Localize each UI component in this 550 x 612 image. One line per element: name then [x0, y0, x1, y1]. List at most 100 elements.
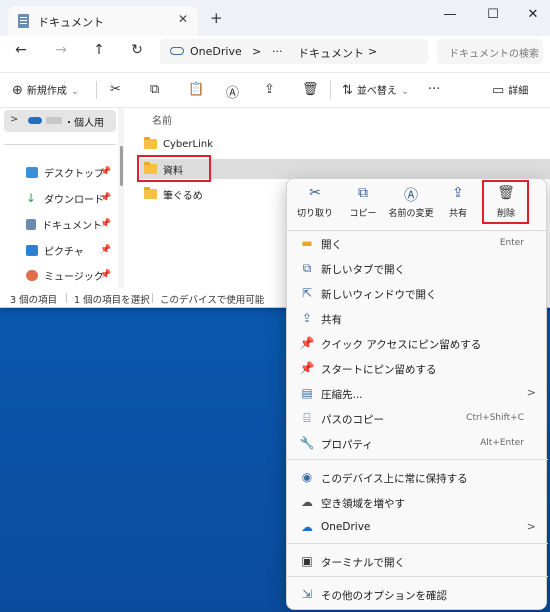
rename-icon[interactable]: Ⓐ	[226, 82, 239, 101]
menu-item-label: 新しいウィンドウで開く	[321, 289, 437, 301]
maximize-button[interactable]: ☐	[483, 7, 503, 22]
sidebar-item-label: ミュージック	[44, 271, 104, 283]
chevron-down-icon: ⌄	[400, 86, 410, 97]
menu-item-share[interactable]: ⇪ 共有	[287, 306, 548, 331]
rename-action[interactable]: Ⓐ 名前の変更	[383, 185, 439, 219]
sidebar-item-music[interactable]: ミュージック	[26, 265, 104, 285]
cut-action[interactable]: ✂ 切り取り	[289, 185, 341, 219]
sort-button[interactable]: ⇅ 並べ替え ⌄	[342, 82, 409, 98]
sidebar-item-documents[interactable]: ドキュメント	[26, 214, 102, 234]
sidebar-item-label: デスクトップ	[44, 168, 104, 180]
pin-icon: 📌	[299, 361, 315, 375]
menu-item-open-new-window[interactable]: ⇱ 新しいウィンドウで開く	[287, 281, 548, 306]
up-button[interactable]: ↑	[90, 42, 108, 58]
address-bar[interactable]: OneDrive > ··· ドキュメント >	[160, 39, 428, 64]
share-icon: ⇪	[301, 311, 313, 325]
file-name: CyberLink	[163, 138, 213, 150]
menu-item-label: 空き領域を増やす	[321, 498, 405, 510]
tab-documents[interactable]: ドキュメント ✕	[8, 6, 198, 36]
menu-item-label: 共有	[321, 314, 342, 326]
menu-item-open-new-tab[interactable]: ⧉ 新しいタブで開く	[287, 256, 548, 281]
breadcrumb-documents[interactable]: ドキュメント	[298, 45, 364, 61]
file-row[interactable]: CyberLink	[140, 134, 550, 154]
selection-count: 1 個の項目を選択	[74, 295, 150, 306]
copy-icon[interactable]: ⧉	[150, 82, 159, 97]
menu-item-pin-start[interactable]: 📌 スタートにピン留めする	[287, 356, 548, 381]
minimize-button[interactable]: —	[440, 7, 460, 22]
archive-icon: ▤	[301, 386, 313, 400]
menu-item-open[interactable]: ▬ 開く Enter	[287, 231, 548, 256]
cloud-icon	[170, 47, 184, 55]
menu-item-shortcut: Ctrl+Shift+C	[466, 413, 524, 423]
search-box[interactable]: ドキュメントの検索	[437, 39, 543, 64]
chevron-down-icon: ⌄	[70, 86, 80, 97]
document-icon	[18, 14, 29, 28]
delete-action[interactable]: 🗑 削除	[480, 185, 532, 219]
column-header-name[interactable]: 名前	[152, 112, 172, 127]
chevron-right-icon: >	[526, 520, 536, 533]
navigation-bar: ← → ↑ ↻ OneDrive > ··· ドキュメント > ドキュメントの検…	[0, 36, 550, 66]
menu-item-compress[interactable]: ▤ 圧縮先... >	[287, 381, 548, 406]
menu-item-label: その他のオプションを確認	[321, 590, 447, 602]
more-options-button[interactable]: ···	[428, 82, 440, 97]
onedrive-icon: ☁	[301, 520, 313, 534]
breadcrumb-onedrive[interactable]: OneDrive	[190, 45, 242, 58]
terminal-icon: ▣	[301, 554, 313, 568]
file-row-selected[interactable]: 資料	[140, 159, 550, 179]
menu-item-open-terminal[interactable]: ▣ ターミナルで開く	[287, 549, 548, 574]
new-tab-button[interactable]: +	[210, 9, 223, 27]
sidebar-item-label: ピクチャ	[44, 246, 84, 258]
share-action[interactable]: ⇪ 共有	[432, 185, 484, 219]
new-label: 新規作成	[26, 86, 67, 97]
tab-close-icon[interactable]: ✕	[178, 12, 188, 26]
folder-icon	[144, 162, 157, 174]
copy-path-icon: ⌸	[303, 411, 311, 425]
new-button[interactable]: ⊕ 新規作成 ⌄	[12, 82, 79, 98]
menu-item-onedrive[interactable]: ☁ OneDrive >	[287, 515, 548, 540]
menu-item-keep-on-device[interactable]: ◉ このデバイス上に常に保持する	[287, 465, 548, 490]
breadcrumb-ellipsis[interactable]: ···	[272, 45, 283, 58]
menu-item-label: ターミナルで開く	[321, 557, 405, 569]
paste-icon[interactable]: 📋	[188, 82, 204, 97]
pictures-icon	[26, 244, 38, 256]
music-icon	[26, 269, 38, 281]
sort-icon: ⇅	[342, 83, 353, 98]
menu-item-properties[interactable]: 🔧 プロパティ Alt+Enter	[287, 431, 548, 456]
sidebar-item-onedrive[interactable]: > ・個人用	[4, 110, 116, 132]
menu-item-free-up-space[interactable]: ☁ 空き領域を増やす	[287, 490, 548, 515]
navigation-pane: > ・個人用 デスクトップ 📌 ↓ ダウンロード 📌 ドキュメント 📌 ピクチャ…	[0, 108, 120, 288]
share-icon[interactable]: ⇪	[264, 82, 275, 97]
sidebar-divider	[4, 144, 116, 145]
file-name: 筆ぐるめ	[163, 190, 203, 202]
menu-item-label: プロパティ	[321, 439, 373, 451]
forward-button[interactable]: →	[52, 42, 70, 58]
sidebar-scrollbar[interactable]	[118, 108, 124, 288]
details-button[interactable]: ▭ 詳細	[492, 82, 528, 98]
back-button[interactable]: ←	[12, 42, 30, 58]
menu-item-shortcut: Enter	[499, 238, 524, 248]
sidebar-item-downloads[interactable]: ↓ ダウンロード	[26, 188, 104, 208]
copy-action[interactable]: ⧉ コピー	[337, 185, 389, 219]
menu-item-more-options[interactable]: ⇲ その他のオプションを確認	[287, 582, 548, 607]
menu-item-pin-quick-access[interactable]: 📌 クイック アクセスにピン留めする	[287, 331, 548, 356]
sidebar-item-desktop[interactable]: デスクトップ	[26, 162, 104, 182]
menu-item-copy-path[interactable]: ⌸ パスのコピー Ctrl+Shift+C	[287, 406, 548, 431]
chevron-right-icon[interactable]: >	[10, 114, 18, 125]
cloud-icon: ☁	[301, 495, 313, 509]
sidebar-scroll-thumb[interactable]	[120, 146, 123, 186]
chevron-right-icon: >	[526, 386, 536, 399]
menu-item-shortcut: Alt+Enter	[480, 438, 524, 448]
close-button[interactable]: ✕	[523, 7, 543, 22]
cut-icon[interactable]: ✂	[110, 82, 121, 97]
menu-item-label: パスのコピー	[321, 414, 384, 426]
menu-divider	[287, 576, 548, 577]
sidebar-item-pictures[interactable]: ピクチャ	[26, 240, 84, 260]
title-bar: ドキュメント ✕ + — ☐ ✕	[0, 0, 550, 36]
command-bar: ⊕ 新規作成 ⌄ ✂ ⧉ 📋 Ⓐ ⇪ 🗑 ⇅ 並べ替え ⌄ ··· ▭ 詳細	[0, 72, 550, 108]
new-tab-icon: ⧉	[302, 261, 312, 275]
delete-icon[interactable]: 🗑	[302, 82, 319, 97]
keep-device-icon: ◉	[301, 470, 313, 484]
refresh-button[interactable]: ↻	[128, 42, 146, 58]
sidebar-root-label: ・個人用	[64, 118, 104, 129]
quick-actions-row: ✂ 切り取り ⧉ コピー Ⓐ 名前の変更 ⇪ 共有 🗑 削除	[287, 179, 548, 227]
